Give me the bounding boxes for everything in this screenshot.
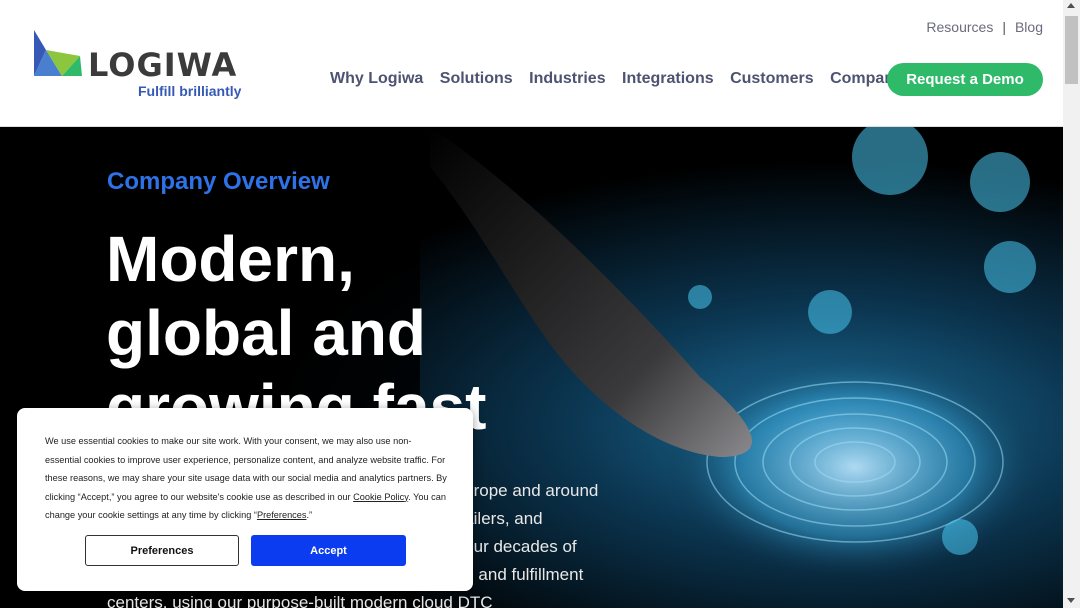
nav-industries[interactable]: Industries: [529, 70, 605, 88]
scroll-thumb[interactable]: [1065, 16, 1078, 84]
scroll-up-arrow-icon[interactable]: [1067, 3, 1075, 8]
utility-nav: Resources | Blog: [926, 19, 1043, 35]
nav-customers[interactable]: Customers: [730, 70, 814, 88]
page-scrollbar[interactable]: [1063, 0, 1080, 608]
resources-link[interactable]: Resources: [926, 19, 993, 35]
cookie-consent-banner: We use essential cookies to make our sit…: [17, 408, 473, 591]
preferences-link[interactable]: Preferences: [257, 510, 307, 520]
preferences-button[interactable]: Preferences: [85, 535, 239, 566]
scroll-down-arrow-icon[interactable]: [1067, 598, 1075, 603]
logiwa-logo[interactable]: LOGIWA Fulfill brilliantly: [32, 30, 252, 102]
cookie-text: We use essential cookies to make our sit…: [45, 432, 447, 525]
logo-mark-icon: [34, 30, 82, 76]
logo-wordmark: LOGIWA: [88, 46, 238, 84]
nav-why-logiwa[interactable]: Why Logiwa: [330, 70, 423, 88]
request-demo-button[interactable]: Request a Demo: [887, 63, 1043, 96]
hero-eyebrow: Company Overview: [107, 168, 330, 195]
site-header: LOGIWA Fulfill brilliantly Resources | Blo…: [0, 0, 1063, 127]
logo-tagline: Fulfill brilliantly: [138, 83, 242, 99]
blog-link[interactable]: Blog: [1015, 19, 1043, 35]
main-nav: Why Logiwa Solutions Industries Integrat…: [330, 70, 915, 88]
cookie-policy-link[interactable]: Cookie Policy: [353, 492, 408, 502]
cookie-text-end: .”: [306, 510, 313, 520]
nav-integrations[interactable]: Integrations: [622, 70, 714, 88]
nav-solutions[interactable]: Solutions: [440, 70, 513, 88]
headline-line-2: global and: [106, 297, 426, 369]
headline-line-1: Modern,: [106, 223, 355, 295]
accept-button[interactable]: Accept: [251, 535, 406, 566]
utility-separator: |: [1002, 19, 1006, 35]
